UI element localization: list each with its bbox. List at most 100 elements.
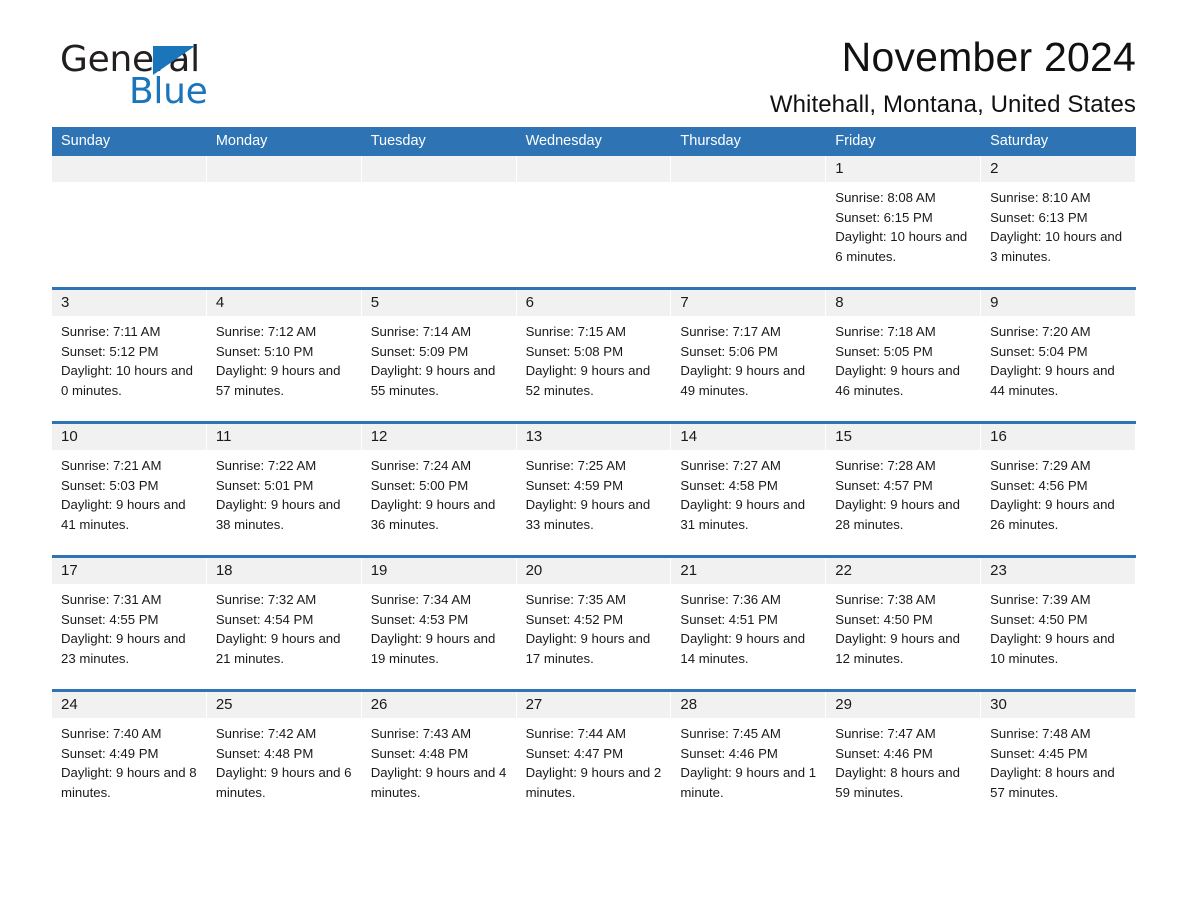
sunrise-text: Sunrise: 7:29 AM [990, 458, 1091, 473]
calendar-week-row: 1 Sunrise: 8:08 AM Sunset: 6:15 PM Daylight… [52, 156, 1136, 287]
day-cell-15[interactable]: 15 Sunrise: 7:28 AM Sunset: 4:57 PM Dayligh… [826, 424, 982, 555]
day-cell-empty [206, 156, 362, 287]
calendar-week-row: 17 Sunrise: 7:31 AM Sunset: 4:55 PM Dayligh… [52, 555, 1136, 689]
page-title: November 2024 [841, 34, 1136, 80]
day-cell-25[interactable]: 25 Sunrise: 7:42 AM Sunset: 4:48 PM Dayligh… [206, 692, 362, 825]
day-cell-5[interactable]: 5 Sunrise: 7:14 AM Sunset: 5:09 PM Daylight… [361, 290, 517, 421]
day-cell-18[interactable]: 18 Sunrise: 7:32 AM Sunset: 4:54 PM Dayligh… [206, 558, 362, 689]
location-subtitle: Whitehall, Montana, United States [769, 91, 1136, 119]
day-cell-19[interactable]: 19 Sunrise: 7:34 AM Sunset: 4:53 PM Dayligh… [361, 558, 517, 689]
day-number-band: 25 [206, 692, 361, 718]
daylight-text: Daylight: 10 hours and 6 minutes. [835, 229, 968, 264]
day-number-band: 11 [206, 424, 361, 450]
day-cell-4[interactable]: 4 Sunrise: 7:12 AM Sunset: 5:10 PM Daylight… [206, 290, 362, 421]
day-number-band [516, 156, 671, 182]
sunset-text: Sunset: 4:50 PM [835, 611, 933, 627]
sunset-text: Sunset: 4:57 PM [835, 477, 933, 493]
daylight-text: Daylight: 9 hours and 10 minutes. [990, 631, 1115, 666]
sunset-text: Sunset: 4:45 PM [990, 745, 1088, 761]
daylight-text: Daylight: 8 hours and 59 minutes. [835, 765, 960, 800]
day-details: Sunrise: 8:08 AM Sunset: 6:15 PM Daylight:… [826, 182, 980, 266]
day-number: 27 [525, 696, 543, 713]
daylight-text: Daylight: 9 hours and 14 minutes. [680, 631, 806, 666]
sunset-text: Sunset: 4:51 PM [680, 611, 778, 627]
daylight-text: Daylight: 9 hours and 6 minutes. [215, 765, 352, 800]
sunset-text: Sunset: 4:54 PM [215, 611, 314, 627]
day-cell-17[interactable]: 17 Sunrise: 7:31 AM Sunset: 4:55 PM Dayligh… [52, 558, 207, 689]
day-number-band: 4 [206, 290, 361, 316]
sunrise-text: Sunrise: 8:10 AM [990, 190, 1091, 205]
day-cell-13[interactable]: 13 Sunrise: 7:25 AM Sunset: 4:59 PM Dayligh… [516, 424, 672, 555]
day-number: 26 [370, 696, 388, 713]
day-cell-30[interactable]: 30 Sunrise: 7:48 AM Sunset: 4:45 PM Dayligh… [981, 692, 1136, 825]
sunrise-text: Sunrise: 7:34 AM [370, 592, 472, 607]
day-cell-29[interactable]: 29 Sunrise: 7:47 AM Sunset: 4:46 PM Dayligh… [826, 692, 982, 825]
calendar-page: General Blue November 2024 Whitehall, Mo… [0, 0, 1188, 918]
daylight-text: Daylight: 9 hours and 38 minutes. [215, 497, 341, 532]
day-details: Sunrise: 7:47 AM Sunset: 4:46 PM Daylight:… [826, 718, 980, 802]
day-cell-11[interactable]: 11 Sunrise: 7:22 AM Sunset: 5:01 PM Dayligh… [206, 424, 362, 555]
day-number-band: 17 [52, 558, 206, 584]
weekday-header-friday: Friday [835, 133, 876, 149]
day-details: Sunrise: 7:18 AM Sunset: 5:05 PM Daylight:… [826, 316, 980, 400]
day-number: 10 [61, 428, 78, 445]
sunrise-text: Sunrise: 7:32 AM [215, 592, 317, 607]
day-cell-12[interactable]: 12 Sunrise: 7:24 AM Sunset: 5:00 PM Dayligh… [361, 424, 517, 555]
daylight-text: Daylight: 9 hours and 33 minutes. [525, 497, 651, 532]
day-number-band: 16 [981, 424, 1135, 450]
day-cell-9[interactable]: 9 Sunrise: 7:20 AM Sunset: 5:04 PM Daylight… [981, 290, 1136, 421]
day-number-band: 13 [516, 424, 671, 450]
day-details: Sunrise: 7:32 AM Sunset: 4:54 PM Daylight:… [207, 584, 361, 668]
sunrise-text: Sunrise: 7:44 AM [525, 726, 626, 741]
day-number: 14 [680, 428, 698, 445]
day-number: 24 [61, 696, 78, 713]
day-cell-26[interactable]: 26 Sunrise: 7:43 AM Sunset: 4:48 PM Dayligh… [361, 692, 517, 825]
day-cell-1[interactable]: 1 Sunrise: 8:08 AM Sunset: 6:15 PM Daylight… [826, 156, 982, 287]
day-cell-2[interactable]: 2 Sunrise: 8:10 AM Sunset: 6:13 PM Daylight… [981, 156, 1136, 287]
sunset-text: Sunset: 5:10 PM [215, 343, 314, 359]
day-details: Sunrise: 7:44 AM Sunset: 4:47 PM Daylight:… [517, 718, 671, 802]
day-cell-7[interactable]: 7 Sunrise: 7:17 AM Sunset: 5:06 PM Daylight… [671, 290, 827, 421]
day-cell-10[interactable]: 10 Sunrise: 7:21 AM Sunset: 5:03 PM Dayligh… [52, 424, 207, 555]
sunrise-text: Sunrise: 7:48 AM [990, 726, 1091, 741]
day-number: 16 [990, 428, 1007, 445]
daylight-text: Daylight: 9 hours and 26 minutes. [990, 497, 1115, 532]
day-details: Sunrise: 7:35 AM Sunset: 4:52 PM Daylight:… [517, 584, 671, 668]
day-details: Sunrise: 7:21 AM Sunset: 5:03 PM Daylight:… [52, 450, 206, 534]
day-cell-3[interactable]: 3 Sunrise: 7:11 AM Sunset: 5:12 PM Daylight… [52, 290, 207, 421]
day-cell-empty [671, 156, 827, 287]
day-cell-24[interactable]: 24 Sunrise: 7:40 AM Sunset: 4:49 PM Dayligh… [52, 692, 207, 825]
title-block: November 2024 Whitehall, Montana, United… [769, 34, 1136, 119]
day-number-band: 10 [52, 424, 206, 450]
day-details: Sunrise: 7:29 AM Sunset: 4:56 PM Daylight:… [981, 450, 1135, 534]
sunset-text: Sunset: 4:52 PM [525, 611, 624, 627]
day-cell-27[interactable]: 27 Sunrise: 7:44 AM Sunset: 4:47 PM Dayligh… [516, 692, 672, 825]
day-cell-14[interactable]: 14 Sunrise: 7:27 AM Sunset: 4:58 PM Dayligh… [671, 424, 827, 555]
day-cell-6[interactable]: 6 Sunrise: 7:15 AM Sunset: 5:08 PM Daylight… [516, 290, 672, 421]
sunrise-text: Sunrise: 7:11 AM [61, 324, 161, 339]
daylight-text: Daylight: 9 hours and 17 minutes. [525, 631, 651, 666]
daylight-text: Daylight: 9 hours and 2 minutes. [525, 765, 662, 800]
generalblue-logo[interactable]: General Blue [52, 42, 252, 112]
sunrise-text: Sunrise: 8:08 AM [835, 190, 936, 205]
sunset-text: Sunset: 5:00 PM [370, 477, 469, 493]
day-cell-16[interactable]: 16 Sunrise: 7:29 AM Sunset: 4:56 PM Dayligh… [981, 424, 1136, 555]
day-number-band [52, 156, 206, 182]
day-cell-8[interactable]: 8 Sunrise: 7:18 AM Sunset: 5:05 PM Daylight… [826, 290, 982, 421]
day-cell-23[interactable]: 23 Sunrise: 7:39 AM Sunset: 4:50 PM Dayligh… [981, 558, 1136, 689]
day-cell-28[interactable]: 28 Sunrise: 7:45 AM Sunset: 4:46 PM Dayligh… [671, 692, 827, 825]
day-cell-20[interactable]: 20 Sunrise: 7:35 AM Sunset: 4:52 PM Dayligh… [516, 558, 672, 689]
day-number-band: 20 [516, 558, 671, 584]
weekday-header-row: Sunday Monday Tuesday Wednesday Thursday Frid… [52, 127, 1136, 156]
daylight-text: Daylight: 8 hours and 57 minutes. [990, 765, 1115, 800]
day-cell-22[interactable]: 22 Sunrise: 7:38 AM Sunset: 4:50 PM Dayligh… [826, 558, 982, 689]
sunset-text: Sunset: 5:05 PM [835, 343, 933, 359]
day-details: Sunrise: 7:38 AM Sunset: 4:50 PM Daylight:… [826, 584, 980, 668]
day-number-band: 24 [52, 692, 206, 718]
day-cell-21[interactable]: 21 Sunrise: 7:36 AM Sunset: 4:51 PM Dayligh… [671, 558, 827, 689]
day-details: Sunrise: 7:11 AM Sunset: 5:12 PM Daylight:… [52, 316, 206, 400]
day-details: Sunrise: 7:27 AM Sunset: 4:58 PM Daylight:… [671, 450, 825, 534]
day-details: Sunrise: 7:42 AM Sunset: 4:48 PM Daylight:… [207, 718, 361, 802]
day-number: 11 [215, 428, 232, 445]
daylight-text: Daylight: 9 hours and 28 minutes. [835, 497, 960, 532]
